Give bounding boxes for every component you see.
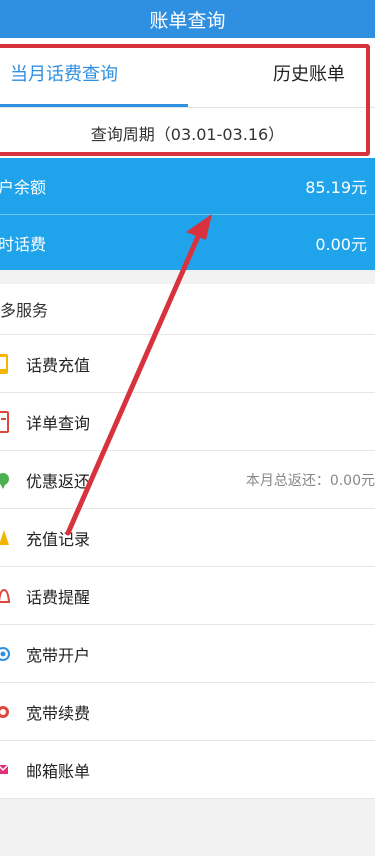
tab-history-label: 历史账单: [273, 63, 345, 85]
tab-history[interactable]: 历史账单: [178, 38, 375, 107]
service-label-broadband: 宽带开户: [26, 645, 91, 665]
service-item-mail[interactable]: 邮箱账单: [0, 740, 375, 798]
service-item-reminder[interactable]: 话费提醒: [0, 566, 375, 624]
record-icon: [0, 525, 10, 551]
renew-icon: [0, 699, 10, 725]
refund-icon: [0, 467, 10, 493]
broadband-icon: [0, 641, 10, 667]
service-item-broadband[interactable]: 宽带开户: [0, 624, 375, 682]
active-tab-indicator: [0, 104, 188, 107]
service-label-detail: 详单查询: [26, 413, 91, 433]
service-item-record[interactable]: 充值记录: [0, 508, 375, 566]
footer-strip: [0, 798, 375, 838]
service-label-reminder: 话费提醒: [26, 587, 91, 607]
tab-current-month[interactable]: 当月话费查询: [0, 38, 178, 107]
service-label-refund: 优惠返还: [26, 471, 91, 491]
realtime-fee-label: 时话费: [0, 234, 47, 254]
balance-label: 户余额: [0, 178, 47, 197]
service-item-refund[interactable]: 优惠返还 本月总返还：0.00元: [0, 450, 375, 508]
service-label-mail: 邮箱账单: [26, 761, 91, 781]
service-item-detail[interactable]: 详单查询: [0, 392, 375, 450]
service-label-renew: 宽带续费: [26, 703, 91, 723]
app-header: 账单查询: [0, 0, 375, 38]
balance-value: 85.19元: [305, 178, 367, 197]
service-item-recharge[interactable]: 话费充值: [0, 334, 375, 392]
tab-current-month-label: 当月话费查询: [10, 63, 118, 85]
section-gap: [0, 270, 375, 284]
service-label-record: 充值记录: [26, 529, 91, 549]
services-panel: 多服务 话费充值 详单查询 优惠返还 本月总返还：0.00元 充值记录 话费提醒: [0, 284, 375, 798]
services-title: 多服务: [0, 301, 49, 320]
tab-bar: 当月话费查询 历史账单: [0, 38, 375, 108]
refund-total: 本月总返还：0.00元: [245, 472, 375, 489]
detail-icon: [0, 409, 10, 435]
realtime-fee-row: 时话费 0.00元: [0, 214, 375, 270]
service-label-recharge: 话费充值: [26, 355, 91, 375]
realtime-fee-value: 0.00元: [315, 234, 367, 254]
recharge-icon: [0, 351, 10, 377]
bell-icon: [0, 583, 10, 609]
service-item-renew[interactable]: 宽带续费: [0, 682, 375, 740]
balance-row: 户余额 85.19元: [0, 158, 375, 214]
page-title: 账单查询: [149, 9, 226, 32]
mail-icon: [0, 757, 10, 783]
query-period-text: 查询周期（03.01-03.16）: [90, 125, 285, 144]
query-period: 查询周期（03.01-03.16）: [0, 108, 375, 158]
